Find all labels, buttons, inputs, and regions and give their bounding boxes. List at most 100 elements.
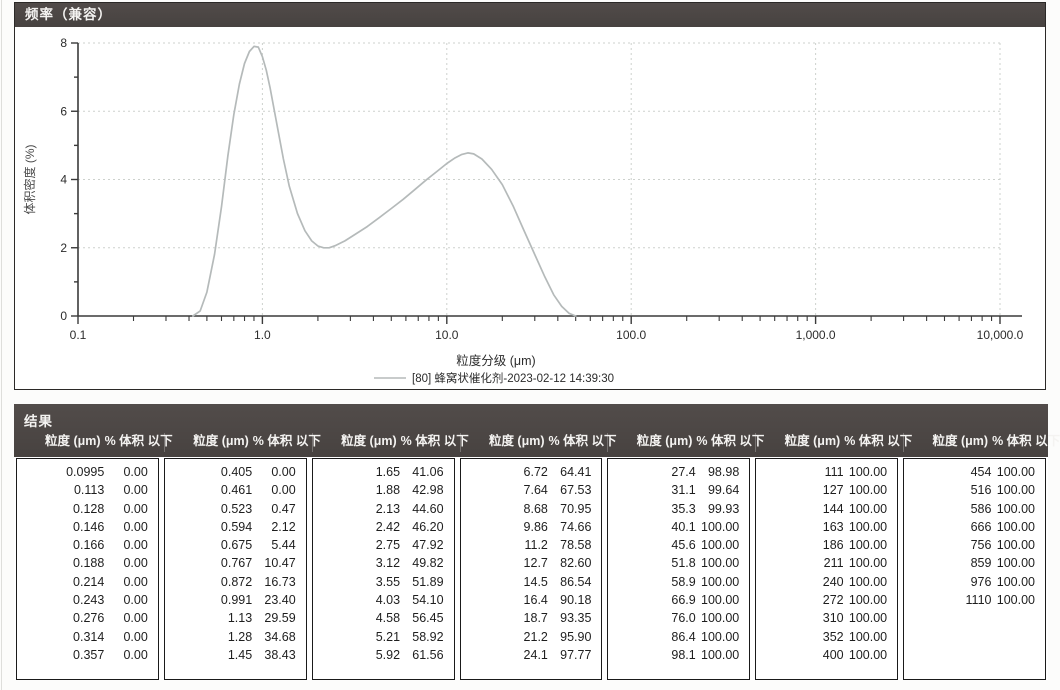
particle-size-value: 400 (756, 646, 843, 664)
frequency-curve (193, 46, 576, 316)
table-row: 516100.00 (904, 481, 1045, 499)
table-row: 240100.00 (756, 573, 897, 591)
particle-size-value: 0.276 (17, 609, 104, 627)
particle-size-value: 0.314 (17, 628, 104, 646)
percent-under-value: 93.35 (548, 609, 602, 627)
chart-panel-titlebar: 频率（兼容） (15, 3, 1045, 27)
y-tick-label: 4 (60, 173, 67, 187)
table-row: 21.295.90 (461, 628, 602, 646)
legend-label: [80] 蜂窝状催化剂-2023-02-12 14:39:30 (412, 371, 614, 385)
size-column-header: 粒度 (μm) (313, 433, 401, 452)
particle-size-value: 0.243 (17, 591, 104, 609)
percent-under-value: 56.45 (400, 609, 454, 627)
table-row: 1.6541.06 (313, 463, 454, 481)
table-row: 7.6467.53 (461, 481, 602, 499)
particle-size-value: 1.65 (313, 463, 400, 481)
percent-under-value: 100.00 (696, 554, 750, 572)
table-row: 86.4100.00 (608, 628, 749, 646)
percent-under-value: 97.77 (548, 646, 602, 664)
particle-size-value: 0.357 (17, 646, 104, 664)
table-row: 66.9100.00 (608, 591, 749, 609)
percent-under-value: 100.00 (696, 628, 750, 646)
particle-size-value: 111 (756, 463, 843, 481)
table-row: 0.2430.00 (17, 591, 158, 609)
table-row: 0.1460.00 (17, 518, 158, 536)
percent-under-column-header: % 体积 以下 (549, 433, 603, 452)
particle-size-value: 5.92 (313, 646, 400, 664)
percent-under-value: 38.43 (252, 646, 306, 664)
table-row: 2.1344.60 (313, 500, 454, 518)
percent-under-value: 100.00 (991, 518, 1045, 536)
particle-size-value: 859 (904, 554, 991, 572)
table-row: 6.7264.41 (461, 463, 602, 481)
particle-size-value: 98.1 (608, 646, 695, 664)
percent-under-value: 100.00 (844, 628, 898, 646)
particle-size-value: 272 (756, 591, 843, 609)
results-header: 结果 粒度 (μm)% 体积 以下粒度 (μm)% 体积 以下粒度 (μm)% … (14, 404, 1048, 457)
percent-under-value: 0.00 (252, 463, 306, 481)
table-row: 0.5230.47 (165, 500, 306, 518)
percent-under-value: 86.54 (548, 573, 602, 591)
percent-under-value: 100.00 (844, 536, 898, 554)
table-row: 0.3570.00 (17, 646, 158, 664)
table-row: 1.2834.68 (165, 628, 306, 646)
table-row: 3.5551.89 (313, 573, 454, 591)
size-column-header: 粒度 (μm) (756, 433, 844, 452)
percent-under-value: 100.00 (991, 463, 1045, 481)
table-row: 2.4246.20 (313, 518, 454, 536)
table-row: 31.199.64 (608, 481, 749, 499)
percent-under-value: 0.00 (104, 500, 158, 518)
particle-size-value: 1.13 (165, 609, 252, 627)
results-group-header: 粒度 (μm)% 体积 以下 (16, 433, 159, 452)
percent-under-column-header: % 体积 以下 (844, 433, 898, 452)
percent-under-value: 34.68 (252, 628, 306, 646)
results-group-header: 粒度 (μm)% 体积 以下 (312, 433, 455, 452)
particle-size-value: 756 (904, 536, 991, 554)
percent-under-value: 0.00 (104, 536, 158, 554)
particle-size-value: 12.7 (461, 554, 548, 572)
percent-under-value: 100.00 (991, 591, 1045, 609)
table-row: 0.1130.00 (17, 481, 158, 499)
table-row: 4.0354.10 (313, 591, 454, 609)
y-tick-label: 2 (60, 241, 67, 255)
percent-under-value: 100.00 (696, 646, 750, 664)
table-row: 186100.00 (756, 536, 897, 554)
particle-size-value: 0.166 (17, 536, 104, 554)
percent-under-value: 0.47 (252, 500, 306, 518)
particle-size-value: 18.7 (461, 609, 548, 627)
percent-under-value: 99.93 (696, 500, 750, 518)
y-tick-label: 0 (60, 309, 67, 323)
particle-size-value: 58.9 (608, 573, 695, 591)
x-axis-title: 粒度分级 (μm) (456, 353, 535, 368)
table-row: 5.9261.56 (313, 646, 454, 664)
particle-size-value: 1110 (904, 591, 991, 609)
particle-size-value: 352 (756, 628, 843, 646)
results-column-group: 0.4050.000.4610.000.5230.470.5942.120.67… (164, 458, 307, 680)
table-row: 27.498.98 (608, 463, 749, 481)
particle-size-value: 976 (904, 573, 991, 591)
percent-under-value: 100.00 (844, 500, 898, 518)
particle-size-value: 14.5 (461, 573, 548, 591)
table-row: 163100.00 (756, 518, 897, 536)
particle-size-value: 0.991 (165, 591, 252, 609)
particle-size-value: 31.1 (608, 481, 695, 499)
percent-under-value: 100.00 (991, 500, 1045, 518)
table-row: 0.2140.00 (17, 573, 158, 591)
percent-under-value: 0.00 (104, 609, 158, 627)
size-column-header: 粒度 (μm) (16, 433, 105, 452)
percent-under-value: 0.00 (104, 591, 158, 609)
particle-size-value: 51.8 (608, 554, 695, 572)
size-column-header: 粒度 (μm) (461, 433, 549, 452)
percent-under-value: 98.98 (696, 463, 750, 481)
particle-size-value: 9.86 (461, 518, 548, 536)
particle-size-value: 1.28 (165, 628, 252, 646)
table-row: 40.1100.00 (608, 518, 749, 536)
percent-under-value: 0.00 (104, 554, 158, 572)
percent-under-value: 100.00 (844, 573, 898, 591)
percent-under-value: 0.00 (104, 628, 158, 646)
results-column-group: 0.09950.000.1130.000.1280.000.1460.000.1… (16, 458, 159, 680)
percent-under-column-header: % 体积 以下 (401, 433, 455, 452)
y-tick-label: 6 (60, 104, 67, 118)
table-row: 1.8842.98 (313, 481, 454, 499)
table-row: 0.3140.00 (17, 628, 158, 646)
